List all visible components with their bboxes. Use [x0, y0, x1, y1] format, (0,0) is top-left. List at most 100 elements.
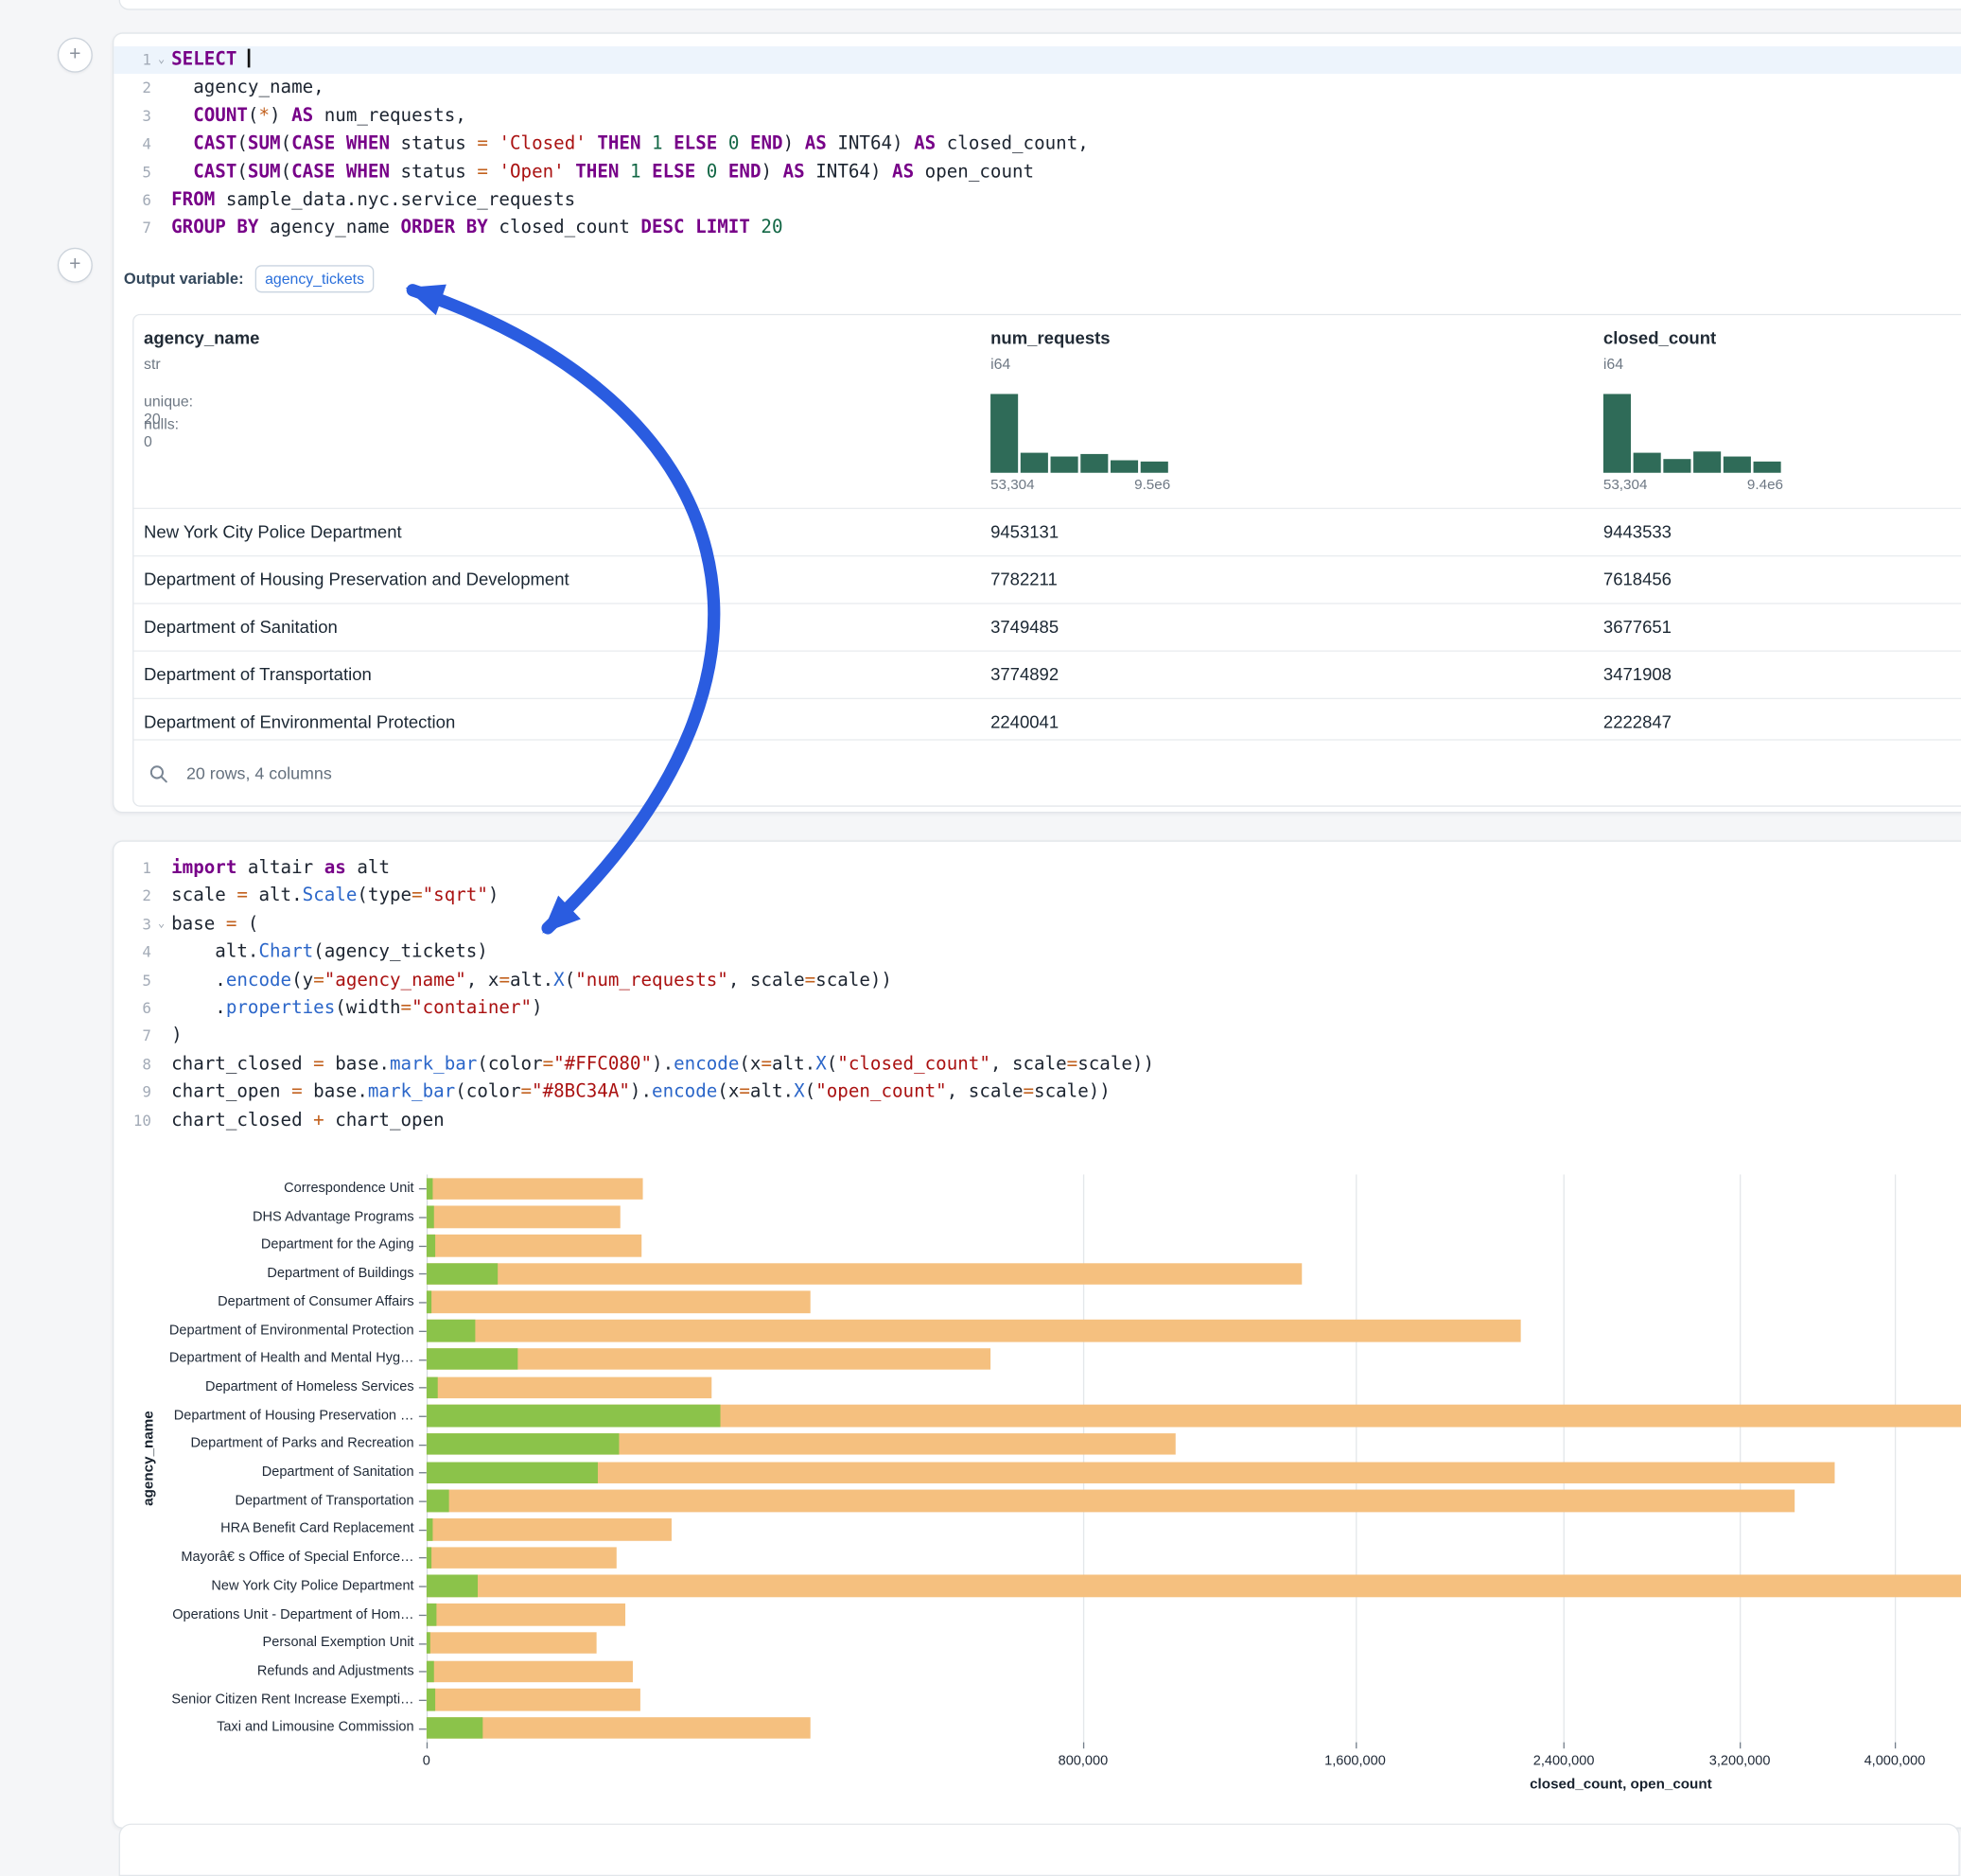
histogram-bar: [1724, 457, 1750, 473]
line-number: 4: [114, 938, 151, 967]
code-line[interactable]: 8chart_closed = base.mark_bar(color="#FF…: [114, 1050, 1961, 1078]
closed-count-bar: [427, 1660, 633, 1682]
fold-gutter: [151, 994, 171, 1023]
search-icon[interactable]: [149, 763, 168, 783]
histogram-bar: [1080, 454, 1107, 473]
open-count-bar: [427, 1689, 436, 1710]
next-cell-edge: [119, 1824, 1960, 1876]
code-line[interactable]: 5 .encode(y="agency_name", x=alt.X("num_…: [114, 966, 1961, 994]
x-tick-label: 800,000: [1059, 1754, 1109, 1769]
fold-chevron-icon[interactable]: ⌄: [151, 910, 171, 938]
closed-count-bar: [427, 1604, 625, 1625]
y-axis-label: Department of Sanitation: [127, 1459, 414, 1487]
y-tick: [419, 1557, 427, 1558]
code-line[interactable]: 1import altair as alt: [114, 854, 1961, 883]
x-tick: [1083, 1743, 1084, 1749]
y-tick: [419, 1472, 427, 1473]
line-number: 2: [114, 75, 151, 103]
code-line[interactable]: 2scale = alt.Scale(type="sqrt"): [114, 883, 1961, 911]
code-line[interactable]: 3 COUNT(*) AS num_requests,: [114, 102, 1961, 131]
y-tick: [419, 1530, 427, 1531]
y-axis-label: DHS Advantage Programs: [127, 1202, 414, 1231]
closed-count-bar: [427, 1178, 643, 1200]
y-axis-label: HRA Benefit Card Replacement: [127, 1516, 414, 1544]
add-cell-button[interactable]: +: [58, 38, 93, 73]
column-type: str: [144, 355, 161, 373]
table-cell: Department of Housing Preservation and D…: [144, 556, 569, 603]
open-count-bar: [427, 1348, 518, 1370]
x-tick: [1740, 1743, 1741, 1749]
code-line[interactable]: 4 CAST(SUM(CASE WHEN status = 'Closed' T…: [114, 131, 1961, 159]
open-count-bar: [427, 1632, 430, 1654]
fold-gutter: [151, 158, 171, 186]
chart-plot-area: [427, 1174, 1961, 1742]
y-tick: [419, 1615, 427, 1616]
plus-icon: +: [69, 255, 80, 275]
code-line[interactable]: 6 .properties(width="container"): [114, 994, 1961, 1023]
bar-chart: Correspondence UnitDHS Advantage Program…: [124, 1174, 1961, 1812]
line-number: 7: [114, 215, 151, 243]
sql-editor[interactable]: 1⌄SELECT 2 agency_name,3 COUNT(*) AS num…: [114, 46, 1961, 242]
open-count-bar: [427, 1405, 720, 1427]
y-tick: [419, 1217, 427, 1218]
open-count-bar: [427, 1547, 431, 1569]
table-dimensions: 20 rows, 4 columns: [186, 764, 332, 783]
closed-count-bar: [427, 1490, 1795, 1512]
column-header-agency-name[interactable]: agency_name: [144, 327, 259, 347]
table-cell: Department of Sanitation: [144, 605, 338, 651]
table-row: New York City Police Department945313194…: [133, 508, 1961, 555]
code-line[interactable]: 9chart_open = base.mark_bar(color="#8BC3…: [114, 1078, 1961, 1107]
x-tick: [1895, 1743, 1896, 1749]
output-variable-chip[interactable]: agency_tickets: [254, 265, 374, 292]
code-line[interactable]: 4 alt.Chart(agency_tickets): [114, 938, 1961, 967]
table-cell: Department of Transportation: [144, 652, 372, 698]
code-line[interactable]: 7): [114, 1023, 1961, 1051]
table-cell: 3749485: [990, 605, 1059, 651]
table-row: Department of Transportation377489234719…: [133, 650, 1961, 697]
column-header-closed-count[interactable]: closed_count: [1603, 327, 1716, 347]
open-count-bar: [427, 1433, 620, 1455]
table-cell: 3774892: [990, 652, 1059, 698]
y-tick: [419, 1700, 427, 1701]
code-line[interactable]: 6FROM sample_data.nyc.service_requests: [114, 186, 1961, 215]
output-variable-row: Output variable: agency_tickets: [124, 261, 375, 296]
line-number: 8: [114, 1050, 151, 1078]
y-tick: [419, 1501, 427, 1502]
open-count-bar: [427, 1660, 434, 1682]
gridline: [1355, 1174, 1356, 1742]
code-line[interactable]: 10chart_closed + chart_open: [114, 1106, 1961, 1134]
fold-gutter: [151, 854, 171, 883]
table-cell: 7782211: [990, 556, 1058, 603]
table-row: Department of Housing Preservation and D…: [133, 555, 1961, 603]
y-axis-label: Department of Buildings: [127, 1259, 414, 1288]
code-line[interactable]: 1⌄SELECT: [114, 46, 1961, 75]
table-cell: 9443533: [1603, 509, 1672, 555]
open-count-bar: [427, 1376, 438, 1398]
closed-count-bar: [427, 1717, 811, 1739]
table-cell: 3677651: [1603, 605, 1672, 651]
y-axis-label: Department of Environmental Protection: [127, 1316, 414, 1344]
python-editor[interactable]: 1import altair as alt2scale = alt.Scale(…: [114, 854, 1961, 1134]
y-tick: [419, 1330, 427, 1331]
y-axis-title: agency_name: [141, 1411, 156, 1506]
column-header-num-requests[interactable]: num_requests: [990, 327, 1111, 347]
y-axis-label: Mayorâ€ s Office of Special Enforce…: [127, 1544, 414, 1572]
fold-gutter: [151, 1023, 171, 1051]
y-tick: [419, 1246, 427, 1247]
open-count-bar: [427, 1462, 598, 1483]
code-line[interactable]: 7GROUP BY agency_name ORDER BY closed_co…: [114, 215, 1961, 243]
result-table: agency_name str unique: 20 nulls: 0 num_…: [132, 314, 1961, 807]
fold-gutter: [151, 1106, 171, 1134]
y-axis-label: Senior Citizen Rent Increase Exempti…: [127, 1686, 414, 1714]
table-row: Department of Sanitation 3749485 3677651: [133, 603, 1961, 650]
fold-chevron-icon[interactable]: ⌄: [151, 46, 171, 75]
code-line[interactable]: 3⌄base = (: [114, 910, 1961, 938]
add-cell-button[interactable]: +: [58, 248, 93, 283]
code-line[interactable]: 2 agency_name,: [114, 75, 1961, 103]
histogram-bar: [1634, 453, 1660, 473]
column-null-count: nulls: 0: [144, 415, 179, 450]
code-line[interactable]: 5 CAST(SUM(CASE WHEN status = 'Open' THE…: [114, 158, 1961, 186]
previous-cell-edge: [119, 0, 1961, 10]
line-number: 9: [114, 1078, 151, 1107]
y-axis-label: Department for the Aging: [127, 1231, 414, 1259]
